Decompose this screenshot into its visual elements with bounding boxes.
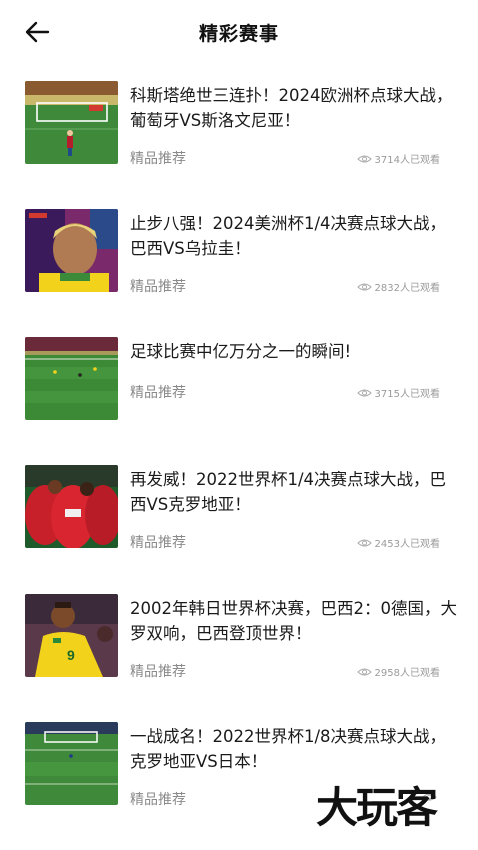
header: 精彩赛事 [0, 0, 478, 64]
page-title: 精彩赛事 [198, 23, 279, 45]
item-tag: 精品推荐 [130, 151, 186, 167]
item-tag: 精品推荐 [130, 792, 186, 808]
eye-icon [356, 155, 372, 162]
eye-icon [356, 389, 372, 396]
list-item[interactable]: 9 2002年韩日世界杯决赛，巴西2：0德国，大罗双响，巴西登顶世界！ 精品推荐… [0, 594, 478, 694]
item-tag: 精品推荐 [130, 535, 186, 551]
item-tag: 精品推荐 [130, 385, 186, 401]
goal-view-thumb [25, 722, 118, 805]
watermark-logo: 大玩客 [316, 783, 440, 832]
view-count: 3714人已观看 [374, 155, 440, 166]
item-views: 2958人已观看 [356, 664, 440, 679]
list-item[interactable]: 止步八强！2024美洲杯1/4决赛点球大战，巴西VS乌拉圭！ 精品推荐 2832… [0, 209, 478, 309]
player-portrait-thumb [25, 209, 118, 292]
eye-icon [356, 283, 372, 290]
item-title: 足球比赛中亿万分之一的瞬间! [130, 342, 352, 361]
eye-icon [356, 539, 372, 546]
eye-icon [356, 668, 372, 675]
item-views: 2453人已观看 [356, 535, 440, 550]
watermark-text: 大玩客 [316, 783, 438, 832]
view-count: 2832人已观看 [374, 283, 440, 294]
view-count: 3715人已观看 [374, 389, 440, 400]
list-item[interactable]: 足球比赛中亿万分之一的瞬间! 精品推荐 3715人已观看 [0, 337, 478, 437]
svg-text:9: 9 [67, 647, 75, 663]
item-title: 止步八强！2024美洲杯1/4决赛点球大战，巴西VS乌拉圭！ [130, 214, 447, 258]
view-count: 2958人已观看 [374, 668, 440, 679]
team-huddle-thumb [25, 465, 118, 548]
item-views: 3714人已观看 [356, 151, 440, 166]
item-title: 再发威！2022世界杯1/4决赛点球大战，巴西VS克罗地亚！ [130, 470, 447, 514]
item-views: 2832人已观看 [356, 279, 440, 294]
list-item[interactable]: 科斯塔绝世三连扑！2024欧洲杯点球大战，葡萄牙VS斯洛文尼亚！ 精品推荐 37… [0, 81, 478, 181]
item-tag: 精品推荐 [130, 279, 186, 295]
item-tag: 精品推荐 [130, 664, 186, 680]
player-celebration-thumb: 9 [25, 594, 118, 677]
list-item[interactable]: 再发威！2022世界杯1/4决赛点球大战，巴西VS克罗地亚！ 精品推荐 2453… [0, 465, 478, 565]
item-views: 3715人已观看 [356, 385, 440, 400]
penalty-kick-thumb [25, 81, 118, 164]
item-title: 一战成名！2022世界杯1/8决赛点球大战，克罗地亚VS日本！ [130, 727, 447, 771]
item-title: 科斯塔绝世三连扑！2024欧洲杯点球大战，葡萄牙VS斯洛文尼亚！ [130, 86, 453, 130]
item-title: 2002年韩日世界杯决赛，巴西2：0德国，大罗双响，巴西登顶世界！ [130, 599, 457, 643]
view-count: 2453人已观看 [374, 539, 440, 550]
pitch-overview-thumb [25, 337, 118, 420]
